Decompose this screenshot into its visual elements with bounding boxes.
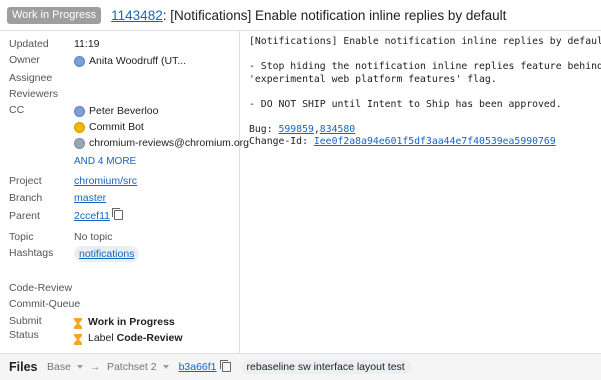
patchset-select[interactable]: Patchset 2 bbox=[107, 361, 169, 373]
owner-name: Anita Woodruff (UT... bbox=[89, 55, 187, 67]
project-row: Project chromium/src bbox=[9, 174, 137, 188]
hourglass-icon bbox=[74, 317, 82, 329]
arrow-right-icon: → bbox=[89, 361, 100, 373]
cc-person[interactable]: Commit Bot bbox=[74, 119, 249, 135]
avatar bbox=[74, 121, 85, 133]
avatar bbox=[74, 55, 85, 67]
patchset-select-label: Patchset 2 bbox=[106, 361, 157, 373]
patchset-commit-link[interactable]: b3a66f1 bbox=[179, 361, 217, 373]
hashtag-chip[interactable]: notifications bbox=[79, 248, 134, 260]
commit-queue-row: Commit-Queue bbox=[9, 297, 89, 311]
copy-icon[interactable] bbox=[219, 360, 231, 372]
chevron-down-icon bbox=[76, 365, 83, 369]
parent-label: Parent bbox=[9, 210, 40, 222]
change-subject: : [Notifications] Enable notification in… bbox=[162, 7, 507, 23]
column-divider bbox=[239, 31, 240, 353]
files-header: Files Base → Patchset 2 b3a66f1 rebaseli… bbox=[0, 353, 601, 380]
change-number-link[interactable]: 1143482 bbox=[111, 8, 163, 23]
cc-person-name: chromium-reviews@chromium.org bbox=[89, 137, 250, 149]
change-metadata: Updated 11:19 Owner Anita Woodruff (UT..… bbox=[0, 31, 249, 353]
message-line: - DO NOT SHIP until Intent to Ship has b… bbox=[249, 98, 562, 110]
patchset-description: rebaseline sw interface layout test bbox=[240, 360, 411, 374]
commit-message: [Notifications] Enable notification inli… bbox=[249, 36, 601, 149]
cc-row: CC Peter Beverloo Commit Bot chromium-re… bbox=[9, 103, 249, 169]
bug-label: Bug: bbox=[249, 123, 279, 135]
cc-person[interactable]: chromium-reviews@chromium.org bbox=[74, 135, 249, 151]
change-header: Work in Progress 1143482: [Notifications… bbox=[0, 0, 601, 30]
hashtags-row: Hashtags notifications bbox=[9, 246, 140, 262]
updated-row: Updated 11:19 bbox=[9, 37, 100, 51]
submit-status-row: Submit Status Work in Progress Label Cod… bbox=[9, 314, 183, 346]
submit-status-list: Work in Progress Label Code-Review bbox=[74, 314, 183, 346]
hourglass-icon bbox=[74, 333, 82, 345]
status-badge: Work in Progress bbox=[7, 6, 102, 24]
bug-link[interactable]: 599859 bbox=[279, 124, 314, 135]
topic-label: Topic bbox=[9, 231, 34, 243]
submit-requirement-label: Code-Review bbox=[116, 332, 183, 344]
submit-requirement: Label Code-Review bbox=[74, 330, 183, 346]
cc-list: Peter Beverloo Commit Bot chromium-revie… bbox=[74, 103, 249, 169]
message-line: 'experimental web platform features' fla… bbox=[249, 73, 497, 85]
owner-label: Owner bbox=[9, 54, 40, 66]
project-label: Project bbox=[9, 175, 42, 187]
reviewers-label: Reviewers bbox=[9, 88, 59, 100]
copy-icon[interactable] bbox=[112, 208, 123, 220]
submit-requirement: Work in Progress bbox=[74, 314, 183, 330]
base-patchset-select[interactable]: Base bbox=[47, 361, 83, 373]
topic-value[interactable]: No topic bbox=[74, 230, 113, 244]
chevron-down-icon bbox=[162, 365, 169, 369]
cc-more-button[interactable]: AND 4 MORE bbox=[74, 155, 249, 169]
code-review-row: Code-Review bbox=[9, 281, 89, 295]
submit-requirement-text: Work in Progress bbox=[88, 316, 175, 328]
commit-queue-label: Commit-Queue bbox=[9, 298, 81, 310]
branch-label: Branch bbox=[9, 192, 43, 204]
files-title: Files bbox=[9, 360, 38, 374]
reviewers-row: Reviewers bbox=[9, 87, 74, 101]
parent-row: Parent 2ccef11 bbox=[9, 208, 123, 223]
cc-person-name: Peter Beverloo bbox=[89, 105, 159, 117]
message-subject: [Notifications] Enable notification inli… bbox=[249, 36, 601, 47]
base-select-label: Base bbox=[47, 361, 71, 373]
branch-link[interactable]: master bbox=[74, 191, 106, 205]
change-id-link[interactable]: Iee0f2a8a94e601f5df3aa44e7f40539ea599076… bbox=[314, 136, 556, 147]
assignee-label: Assignee bbox=[9, 72, 53, 84]
bug-line: Bug: 599859,834580 bbox=[249, 124, 597, 137]
hashtags-label: Hashtags bbox=[9, 247, 54, 259]
submit-status-label: Submit Status bbox=[9, 315, 42, 341]
page-title: 1143482: [Notifications] Enable notifica… bbox=[111, 8, 506, 23]
updated-value: 11:19 bbox=[74, 38, 100, 50]
cc-label: CC bbox=[9, 104, 25, 116]
change-id-label: Change-Id: bbox=[249, 136, 314, 147]
message-line: - Stop hiding the notification inline re… bbox=[249, 61, 601, 72]
change-id-line: Change-Id: Iee0f2a8a94e601f5df3aa44e7f40… bbox=[249, 136, 597, 149]
owner-chip[interactable]: Anita Woodruff (UT... bbox=[74, 53, 186, 69]
branch-row: Branch master bbox=[9, 191, 106, 205]
code-review-label: Code-Review bbox=[9, 282, 73, 294]
avatar bbox=[74, 137, 85, 149]
cc-person[interactable]: Peter Beverloo bbox=[74, 103, 249, 119]
assignee-row: Assignee bbox=[9, 71, 74, 85]
owner-row: Owner Anita Woodruff (UT... bbox=[9, 53, 186, 69]
project-link[interactable]: chromium/src bbox=[74, 174, 137, 188]
cc-person-name: Commit Bot bbox=[89, 121, 144, 133]
topic-row: Topic No topic bbox=[9, 230, 113, 244]
avatar bbox=[74, 105, 85, 117]
updated-label: Updated bbox=[9, 38, 49, 50]
parent-commit-link[interactable]: 2ccef11 bbox=[74, 210, 110, 222]
bug-link[interactable]: 834580 bbox=[320, 124, 355, 135]
submit-requirement-prefix: Label bbox=[88, 332, 114, 344]
